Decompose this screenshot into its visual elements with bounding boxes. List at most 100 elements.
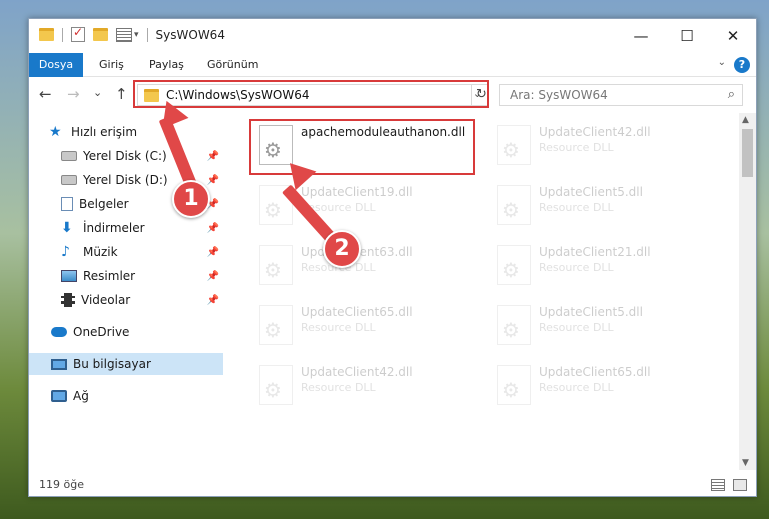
dll-file-icon — [497, 245, 531, 285]
sidebar-item-pictures[interactable]: Resimler 📌 — [29, 265, 223, 287]
sidebar-item-network[interactable]: Ağ — [29, 385, 223, 407]
help-icon[interactable]: ? — [734, 57, 750, 73]
sidebar-item-quick-access[interactable]: ★ Hızlı erişim — [29, 121, 223, 143]
sidebar-item-downloads[interactable]: ⬇ İndirmeler 📌 — [29, 217, 223, 239]
close-button[interactable]: ✕ — [710, 19, 756, 53]
quick-access-toolbar: ▾ SysWOW64 — [39, 25, 225, 42]
sidebar-item-label: OneDrive — [73, 325, 130, 339]
step2-badge: 2 — [323, 230, 361, 268]
sidebar-item-label: Belgeler — [79, 197, 129, 211]
pin-icon[interactable]: 📌 — [207, 295, 219, 306]
item-count: 119 öğe — [39, 478, 84, 491]
pin-icon[interactable]: 📌 — [207, 175, 219, 186]
details-view-icon[interactable] — [711, 479, 725, 491]
music-icon: ♪ — [61, 244, 70, 260]
dll-file-icon — [497, 305, 531, 345]
file-name: UpdateClient42.dll — [301, 365, 413, 379]
file-item[interactable]: UpdateClient5.dll Resource DLL — [489, 181, 719, 231]
pin-icon[interactable]: 📌 — [207, 247, 219, 258]
file-item[interactable]: UpdateClient63.dll Resource DLL — [251, 241, 481, 291]
dll-file-icon — [497, 365, 531, 405]
sidebar-item-local-disk-c[interactable]: Yerel Disk (C:) 📌 — [29, 145, 223, 167]
step1-badge: 1 — [172, 180, 210, 218]
sidebar-item-this-pc[interactable]: Bu bilgisayar — [29, 353, 223, 375]
vertical-scrollbar[interactable]: ▲ ▼ — [739, 113, 756, 470]
recent-locations-chevron-icon[interactable]: ⌄ — [93, 86, 102, 99]
file-type: Resource DLL — [539, 141, 614, 154]
file-type: Resource DLL — [539, 261, 614, 274]
up-arrow-icon[interactable]: ↑ — [115, 85, 128, 103]
search-box[interactable]: Ara: SysWOW64 ⌕ — [499, 84, 743, 106]
videos-icon — [61, 293, 75, 307]
sidebar-item-label: Bu bilgisayar — [73, 357, 151, 371]
sidebar-item-label: Ağ — [73, 389, 89, 403]
sidebar-item-label: Hızlı erişim — [71, 125, 138, 139]
file-item[interactable]: UpdateClient42.dll Resource DLL — [489, 121, 719, 171]
sidebar-item-videos[interactable]: Videolar 📌 — [29, 289, 223, 311]
sidebar-item-music[interactable]: ♪ Müzik 📌 — [29, 241, 223, 263]
sidebar-item-label: Resimler — [83, 269, 136, 283]
file-type: Resource DLL — [301, 381, 376, 394]
sidebar-item-label: Yerel Disk (C:) — [83, 149, 167, 163]
file-type: Resource DLL — [539, 201, 614, 214]
file-type: Resource DLL — [301, 321, 376, 334]
disk-icon — [61, 175, 77, 185]
file-name: UpdateClient5.dll — [539, 305, 643, 319]
dll-file-icon — [259, 245, 293, 285]
rename-icon[interactable] — [116, 27, 132, 42]
navigation-pane: ★ Hızlı erişim Yerel Disk (C:) 📌 Yerel D… — [29, 113, 223, 470]
folder-icon — [39, 28, 54, 41]
back-arrow-icon[interactable]: ← — [39, 85, 52, 103]
file-name: UpdateClient21.dll — [539, 245, 651, 259]
file-item[interactable]: UpdateClient65.dll Resource DLL — [251, 301, 481, 351]
sidebar-item-label: Yerel Disk (D:) — [83, 173, 168, 187]
scroll-down-arrow-icon[interactable]: ▼ — [742, 458, 749, 468]
minimize-button[interactable]: — — [618, 19, 664, 53]
title-bar: ▾ SysWOW64 — ☐ ✕ — [29, 19, 756, 53]
pin-icon[interactable]: 📌 — [207, 151, 219, 162]
file-highlight-box — [249, 119, 475, 175]
new-folder-icon[interactable] — [93, 28, 108, 41]
file-item[interactable]: UpdateClient42.dll Resource DLL — [251, 361, 481, 411]
disk-icon — [61, 151, 77, 161]
pin-icon[interactable]: 📌 — [207, 223, 219, 234]
dll-file-icon — [259, 365, 293, 405]
file-type: Resource DLL — [539, 381, 614, 394]
network-icon — [51, 390, 67, 402]
large-icons-view-icon[interactable] — [733, 479, 747, 491]
file-name: UpdateClient19.dll — [301, 185, 413, 199]
status-bar: 119 öğe — [29, 474, 756, 496]
file-name: UpdateClient65.dll — [301, 305, 413, 319]
tab-view[interactable]: Görünüm — [207, 53, 258, 77]
window-title: SysWOW64 — [155, 27, 225, 42]
file-item[interactable]: UpdateClient5.dll Resource DLL — [489, 301, 719, 351]
forward-arrow-icon[interactable]: → — [67, 85, 80, 103]
tab-home[interactable]: Giriş — [99, 53, 124, 77]
pin-icon[interactable]: 📌 — [207, 271, 219, 282]
tab-file[interactable]: Dosya — [29, 53, 83, 77]
separator — [62, 27, 63, 42]
file-item[interactable]: UpdateClient65.dll Resource DLL — [489, 361, 719, 411]
expand-ribbon-chevron-icon[interactable]: ⌄ — [718, 57, 726, 68]
tab-share[interactable]: Paylaş — [149, 53, 184, 77]
file-name: UpdateClient42.dll — [539, 125, 651, 139]
address-highlight-box — [133, 80, 489, 108]
maximize-button[interactable]: ☐ — [664, 19, 710, 53]
scroll-up-arrow-icon[interactable]: ▲ — [742, 115, 749, 125]
scrollbar-thumb[interactable] — [742, 129, 753, 177]
search-placeholder[interactable]: Ara: SysWOW64 — [510, 88, 608, 102]
customize-qat-chevron-icon[interactable]: ▾ — [134, 30, 139, 40]
file-name: UpdateClient65.dll — [539, 365, 651, 379]
computer-icon — [51, 358, 67, 370]
sidebar-item-onedrive[interactable]: OneDrive — [29, 321, 223, 343]
separator — [146, 27, 148, 42]
documents-icon — [61, 197, 73, 211]
pictures-icon — [61, 270, 77, 282]
onedrive-cloud-icon — [51, 327, 67, 337]
properties-check-icon[interactable] — [71, 25, 85, 42]
file-type: Resource DLL — [539, 321, 614, 334]
search-icon[interactable]: ⌕ — [728, 87, 735, 102]
file-item[interactable]: UpdateClient21.dll Resource DLL — [489, 241, 719, 291]
downloads-icon: ⬇ — [61, 220, 73, 236]
navigation-bar: ← → ⌄ ↑ C:\Windows\SysWOW64 ⌄ ↻ Ara: Sys… — [29, 77, 756, 113]
